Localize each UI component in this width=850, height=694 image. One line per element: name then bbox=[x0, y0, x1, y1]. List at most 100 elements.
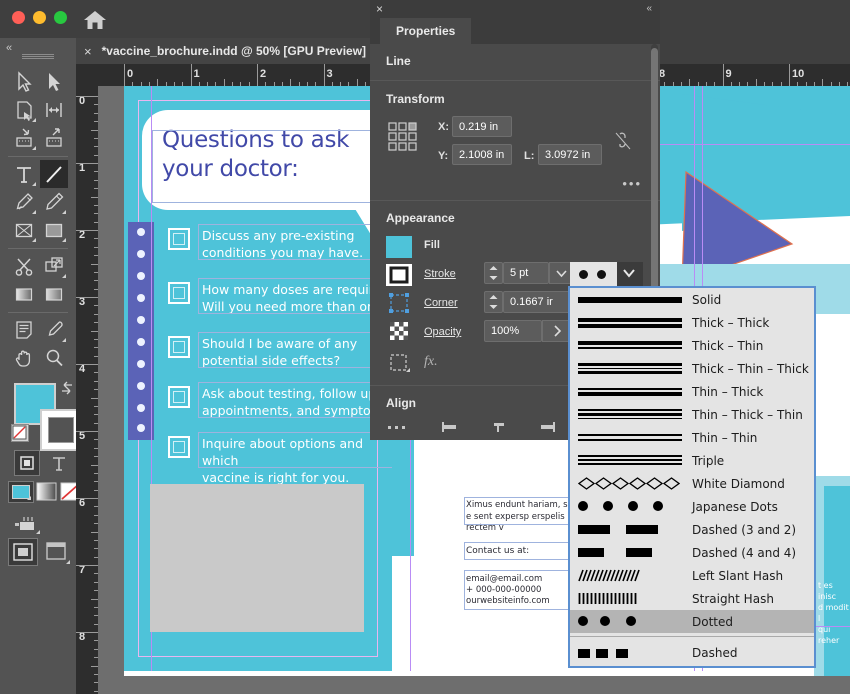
stroke-style-dropdown-button[interactable] bbox=[617, 262, 643, 286]
apply-color-icon[interactable] bbox=[8, 481, 34, 503]
properties-close-icon[interactable]: × bbox=[376, 2, 383, 16]
stroke-style-option[interactable]: Thick – Thin – Thick bbox=[570, 357, 814, 380]
tab-properties[interactable]: Properties bbox=[380, 18, 472, 44]
scissors-tool[interactable] bbox=[10, 252, 38, 280]
formatting-text-icon[interactable] bbox=[46, 450, 72, 476]
note-tool[interactable] bbox=[10, 316, 38, 344]
checklist-frame-1[interactable] bbox=[198, 224, 394, 260]
selection-tool[interactable] bbox=[10, 68, 38, 96]
tools-panel-grip[interactable] bbox=[22, 54, 54, 59]
corner-label[interactable]: Corner bbox=[424, 297, 458, 309]
formatting-container-icon[interactable] bbox=[14, 450, 40, 476]
rectangle-tool[interactable] bbox=[40, 216, 68, 244]
opacity-field[interactable]: 100% bbox=[484, 320, 542, 342]
line-tool[interactable] bbox=[40, 160, 68, 188]
content-placer-tool[interactable] bbox=[40, 124, 68, 152]
frame-fitting-icon[interactable] bbox=[386, 352, 412, 374]
corner-size-field[interactable]: 0.1667 ir bbox=[503, 291, 574, 313]
apply-gradient-icon[interactable] bbox=[36, 481, 58, 503]
eyedropper-tool[interactable] bbox=[40, 316, 68, 344]
headline-text-frame[interactable] bbox=[152, 130, 386, 203]
constrain-proportions-broken-icon[interactable] bbox=[613, 130, 633, 152]
y-field[interactable]: 2.1008 in bbox=[452, 144, 512, 165]
stroke-style-option[interactable]: Triple bbox=[570, 449, 814, 472]
stroke-style-preview-button[interactable] bbox=[570, 262, 617, 286]
stroke-style-option[interactable]: Thick – Thin bbox=[570, 334, 814, 357]
corner-options-icon[interactable] bbox=[386, 292, 412, 314]
stroke-preview-solid bbox=[578, 292, 682, 307]
stroke-style-option-label: Straight Hash bbox=[692, 591, 774, 606]
stroke-style-option[interactable]: Thin – Thin bbox=[570, 426, 814, 449]
tab-close-icon[interactable]: × bbox=[84, 44, 92, 59]
stroke-style-option-label: Thin – Thin bbox=[692, 430, 758, 445]
stroke-style-option[interactable]: Thick – Thick bbox=[570, 311, 814, 334]
opacity-label[interactable]: Opacity bbox=[424, 326, 461, 338]
stroke-style-option[interactable]: Dashed (4 and 4) bbox=[570, 541, 814, 564]
stroke-style-option[interactable]: Japanese Dots bbox=[570, 495, 814, 518]
gap-tool[interactable] bbox=[40, 96, 68, 124]
window-maximize-button[interactable] bbox=[54, 11, 67, 24]
h-ruler-tick: 9 bbox=[725, 68, 732, 80]
page-tool[interactable] bbox=[10, 96, 38, 124]
checkbox-4[interactable] bbox=[168, 386, 190, 408]
effects-fx-icon[interactable]: fx. bbox=[424, 354, 438, 370]
checkbox-1[interactable] bbox=[168, 228, 190, 250]
frame-tool[interactable] bbox=[10, 216, 38, 244]
stroke-weight-stepper[interactable] bbox=[484, 262, 503, 284]
fill-swatch[interactable] bbox=[386, 236, 412, 258]
checklist-frame-3[interactable] bbox=[198, 332, 394, 368]
content-collector-tool[interactable] bbox=[10, 124, 38, 152]
stroke-style-option[interactable]: Straight Hash bbox=[570, 587, 814, 610]
stroke-style-option[interactable]: Dashed (3 and 2) bbox=[570, 518, 814, 541]
checkbox-3[interactable] bbox=[168, 336, 190, 358]
tools-collapse-button[interactable]: « bbox=[6, 42, 12, 54]
stroke-style-option[interactable]: Thin – Thick – Thin bbox=[570, 403, 814, 426]
gradient-swatch-tool[interactable] bbox=[10, 280, 38, 308]
pasteboard-left bbox=[98, 86, 124, 694]
screen-mode-normal-icon[interactable] bbox=[8, 538, 38, 566]
stroke-label[interactable]: Stroke bbox=[424, 268, 456, 280]
checkbox-5[interactable] bbox=[168, 436, 190, 458]
pencil-tool[interactable] bbox=[40, 188, 68, 216]
view-options-icon[interactable] bbox=[12, 514, 42, 536]
type-tool[interactable] bbox=[10, 160, 38, 188]
document-tab[interactable]: × *vaccine_brochure.indd @ 50% [GPU Prev… bbox=[76, 38, 381, 64]
default-fill-stroke-icon[interactable] bbox=[11, 424, 29, 442]
zoom-tool[interactable] bbox=[40, 344, 68, 372]
checklist-frame-4[interactable] bbox=[198, 382, 398, 418]
free-transform-tool[interactable] bbox=[40, 252, 68, 280]
stroke-style-option[interactable]: Solid bbox=[570, 288, 814, 311]
stroke-style-option[interactable]: White Diamond bbox=[570, 472, 814, 495]
pen-tool[interactable] bbox=[10, 188, 38, 216]
stroke-style-dropdown-list[interactable]: Solid Thick – Thick Thick – Thin Thick – Th… bbox=[568, 286, 816, 668]
right-page-copy: t es inisc d modit l qui reher bbox=[818, 581, 849, 645]
stroke-preview-triple bbox=[578, 453, 682, 468]
ruler-origin-corner[interactable] bbox=[76, 64, 98, 86]
window-minimize-button[interactable] bbox=[33, 11, 46, 24]
hand-tool[interactable] bbox=[10, 344, 38, 372]
window-close-button[interactable] bbox=[12, 11, 25, 24]
stroke-style-option[interactable]: Thin – Thick bbox=[570, 380, 814, 403]
stroke-weight-field[interactable]: 5 pt bbox=[503, 262, 549, 284]
screen-mode-preview-icon[interactable] bbox=[42, 538, 72, 566]
stroke-preview-white-diamond bbox=[578, 476, 682, 491]
properties-tab-row: Properties bbox=[370, 18, 660, 44]
l-field[interactable]: 3.0972 in bbox=[538, 144, 602, 165]
reference-point-grid-icon[interactable] bbox=[388, 122, 418, 152]
x-field[interactable]: 0.219 in bbox=[452, 116, 512, 137]
transform-more-options[interactable]: ••• bbox=[622, 176, 642, 191]
corner-size-stepper[interactable] bbox=[484, 291, 503, 313]
gradient-feather-tool[interactable] bbox=[40, 280, 68, 308]
home-icon[interactable] bbox=[82, 8, 108, 32]
stroke-style-option[interactable]: Left Slant Hash bbox=[570, 564, 814, 587]
image-placeholder[interactable] bbox=[150, 484, 364, 632]
direct-selection-tool[interactable] bbox=[40, 68, 68, 96]
checkbox-2[interactable] bbox=[168, 282, 190, 304]
stroke-swatch[interactable] bbox=[386, 264, 412, 286]
properties-collapse-icon[interactable]: « bbox=[646, 3, 652, 14]
stroke-style-option[interactable]: Dotted bbox=[570, 610, 814, 633]
checklist-frame-2[interactable] bbox=[198, 278, 398, 314]
checklist-frame-5[interactable] bbox=[198, 432, 398, 468]
swap-fill-stroke-icon[interactable] bbox=[59, 380, 75, 396]
stroke-style-custom-option[interactable]: Dashed bbox=[570, 640, 814, 666]
